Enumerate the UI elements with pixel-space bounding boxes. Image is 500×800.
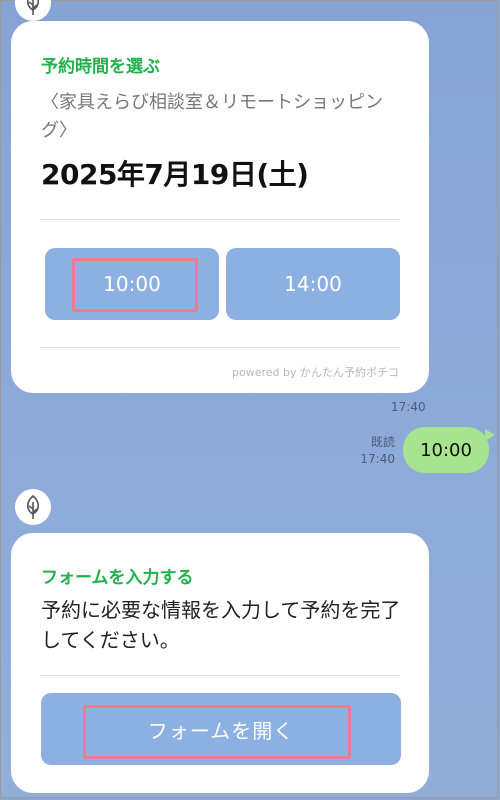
card-title: 予約時間を選ぶ: [41, 57, 160, 77]
divider: [40, 347, 400, 348]
tree-leaf-icon: [26, 0, 40, 15]
divider: [40, 219, 400, 220]
time-option-14-00[interactable]: 14:00: [226, 248, 400, 320]
form-card: フォームを入力する 予約に必要な情報を入力して予約を完了してください。 フォーム…: [11, 533, 429, 793]
reservation-date: 2025年7月19日(土): [41, 158, 309, 191]
time-option-10-00[interactable]: 10:00: [45, 248, 219, 320]
bubble-tail: [485, 429, 495, 441]
bot-avatar[interactable]: [15, 489, 51, 525]
time-selection-card: 予約時間を選ぶ 〈家具えらび相談室＆リモートショッピング〉 2025年7月19日…: [11, 21, 429, 393]
powered-by-label: powered by かんたん予約ポチコ: [232, 366, 399, 379]
chat-window: 予約時間を選ぶ 〈家具えらび相談室＆リモートショッピング〉 2025年7月19日…: [0, 0, 498, 798]
service-name: 〈家具えらび相談室＆リモートショッピング〉: [41, 92, 383, 141]
reply-timestamp: 17:40: [360, 452, 395, 466]
read-receipt: 既読 17:40: [357, 434, 395, 468]
user-reply-bubble[interactable]: 10:00: [403, 427, 489, 473]
bot-avatar[interactable]: [15, 0, 51, 21]
tree-leaf-icon: [26, 494, 40, 519]
open-form-button[interactable]: フォームを開く: [41, 693, 401, 765]
message-timestamp: 17:40: [391, 400, 426, 414]
card-title: フォームを入力する: [41, 568, 194, 588]
instruction-text: 予約に必要な情報を入力して予約を完了してください。: [41, 598, 401, 652]
read-label: 既読: [370, 435, 395, 449]
divider: [40, 675, 400, 676]
